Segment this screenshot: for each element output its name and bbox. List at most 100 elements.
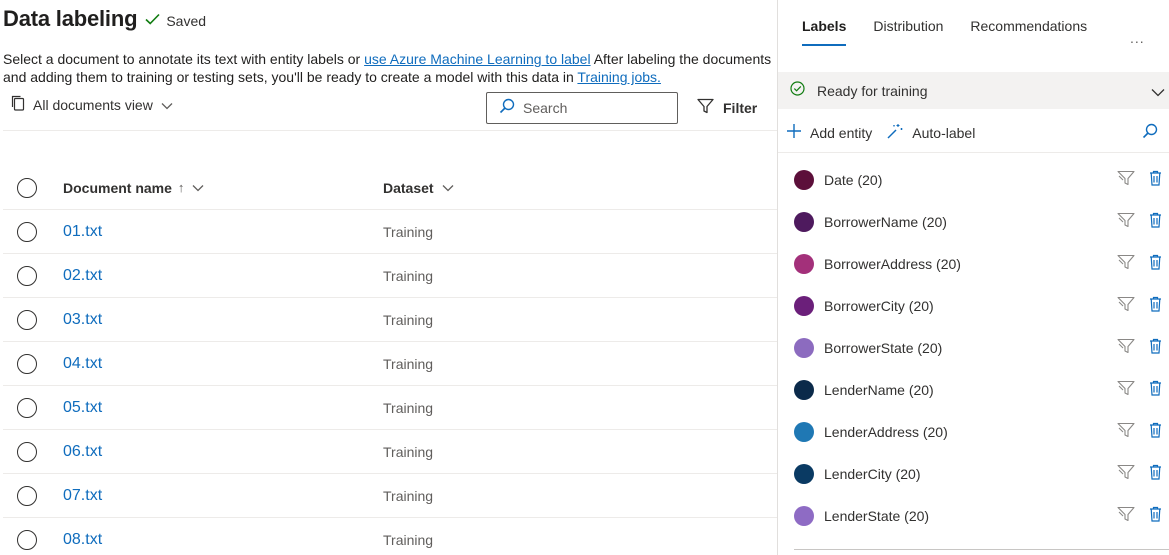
label-name: BorrowerCity (20) (824, 298, 934, 314)
row-select-radio[interactable] (17, 353, 37, 374)
label-item[interactable]: LenderCity (20) (794, 453, 1161, 495)
table-row[interactable]: 01.txt Training (3, 210, 777, 254)
document-link[interactable]: 08.txt (63, 531, 102, 549)
delete-icon[interactable] (1149, 464, 1162, 485)
auto-label-label: Auto-label (912, 124, 976, 141)
magic-wand-icon (886, 122, 904, 143)
row-select-radio[interactable] (17, 397, 37, 418)
dataset-cell: Training (383, 532, 433, 548)
label-name: BorrowerName (20) (824, 214, 947, 230)
label-color-swatch (794, 506, 814, 526)
page-title: Data labeling (3, 6, 138, 31)
delete-icon[interactable] (1149, 380, 1162, 401)
filter-button[interactable]: Filter (697, 98, 757, 117)
label-color-swatch (794, 422, 814, 442)
column-header-dataset[interactable]: Dataset (383, 178, 454, 197)
chevron-down-icon (161, 97, 173, 113)
table-row[interactable]: 07.txt Training (3, 474, 777, 518)
dataset-value: Training (383, 267, 434, 284)
row-select-radio[interactable] (17, 309, 37, 330)
label-item[interactable]: LenderState (20) (794, 495, 1161, 537)
document-link[interactable]: 02.txt (63, 267, 102, 285)
clear-filter-icon[interactable] (1117, 212, 1135, 233)
view-selector[interactable]: All documents view (11, 95, 173, 114)
dataset-cell: Training (383, 224, 433, 240)
search-box[interactable] (486, 92, 678, 124)
delete-icon[interactable] (1149, 254, 1162, 275)
dataset-cell: Training (383, 488, 433, 504)
dataset-cell: Training (383, 356, 433, 372)
sort-ascending-icon: ↑ (177, 180, 185, 195)
label-item[interactable]: BorrowerState (20) (794, 327, 1161, 369)
dataset-value: Training (383, 487, 434, 504)
clear-filter-icon[interactable] (1117, 170, 1135, 191)
delete-icon[interactable] (1149, 296, 1162, 317)
label-item[interactable]: LenderName (20) (794, 369, 1161, 411)
delete-icon[interactable] (1149, 338, 1162, 359)
label-item[interactable]: BorrowerName (20) (794, 201, 1161, 243)
tab-recommendations[interactable]: Recommendations (970, 18, 1087, 46)
table-row[interactable]: 03.txt Training (3, 298, 777, 342)
clear-filter-icon[interactable] (1117, 464, 1135, 485)
delete-icon[interactable] (1149, 506, 1162, 527)
clear-filter-icon[interactable] (1117, 380, 1135, 401)
clear-filter-icon[interactable] (1117, 296, 1135, 317)
row-select-cell (3, 529, 63, 550)
document-link[interactable]: 06.txt (63, 443, 102, 461)
more-options-icon[interactable]: ... (1130, 30, 1145, 46)
row-select-cell (3, 265, 63, 286)
row-select-radio[interactable] (17, 441, 37, 462)
table-row[interactable]: 08.txt Training (3, 518, 777, 555)
tab-labels[interactable]: Labels (802, 18, 847, 46)
table-row[interactable]: 04.txt Training (3, 342, 777, 386)
document-link[interactable]: 03.txt (63, 311, 102, 329)
label-actions (1117, 170, 1162, 191)
label-item[interactable]: BorrowerCity (20) (794, 285, 1161, 327)
search-icon[interactable] (1142, 123, 1158, 142)
search-icon (499, 98, 515, 119)
row-select-cell (3, 309, 63, 330)
document-link[interactable]: 05.txt (63, 399, 102, 417)
delete-icon[interactable] (1149, 422, 1162, 443)
table-row[interactable]: 02.txt Training (3, 254, 777, 298)
delete-icon[interactable] (1149, 212, 1162, 233)
document-link[interactable]: 01.txt (63, 223, 102, 241)
training-jobs-link[interactable]: Training jobs. (577, 69, 661, 85)
chevron-down-icon[interactable] (1151, 84, 1165, 102)
label-item[interactable]: LenderAddress (20) (794, 411, 1161, 453)
column-header-document-name[interactable]: Document name ↑ (63, 178, 383, 197)
dataset-cell: Training (383, 400, 433, 416)
label-item[interactable]: BorrowerAddress (20) (794, 243, 1161, 285)
document-link[interactable]: 07.txt (63, 487, 102, 505)
row-select-radio[interactable] (17, 265, 37, 286)
row-select-radio[interactable] (17, 529, 37, 550)
label-actions (1117, 422, 1162, 443)
select-all-radio[interactable] (17, 177, 37, 198)
add-entity-button[interactable]: Add entity (786, 123, 872, 142)
label-color-swatch (794, 212, 814, 232)
document-name-cell: 08.txt (63, 531, 383, 549)
documents-table: Document name ↑ Dataset 01.txt Training … (3, 166, 777, 555)
clear-filter-icon[interactable] (1117, 338, 1135, 359)
clear-filter-icon[interactable] (1117, 506, 1135, 527)
row-select-radio[interactable] (17, 221, 37, 242)
clear-filter-icon[interactable] (1117, 422, 1135, 443)
document-link[interactable]: 04.txt (63, 355, 102, 373)
table-row[interactable]: 05.txt Training (3, 386, 777, 430)
search-input[interactable] (523, 100, 673, 116)
dataset-value: Training (383, 355, 434, 372)
row-select-radio[interactable] (17, 485, 37, 506)
tab-distribution[interactable]: Distribution (873, 18, 943, 46)
auto-label-button[interactable]: Auto-label (886, 122, 975, 143)
training-status-bar[interactable]: Ready for training (778, 72, 1169, 109)
dataset-cell: Training (383, 444, 433, 460)
table-row[interactable]: 06.txt Training (3, 430, 777, 474)
label-item[interactable]: Date (20) (794, 159, 1161, 201)
check-circle-icon (790, 80, 805, 101)
document-name-cell: 07.txt (63, 487, 383, 505)
label-name: LenderCity (20) (824, 466, 921, 482)
azure-ml-link[interactable]: use Azure Machine Learning to label (364, 51, 590, 67)
delete-icon[interactable] (1149, 170, 1162, 191)
clear-filter-icon[interactable] (1117, 254, 1135, 275)
checkmark-icon (145, 12, 160, 30)
